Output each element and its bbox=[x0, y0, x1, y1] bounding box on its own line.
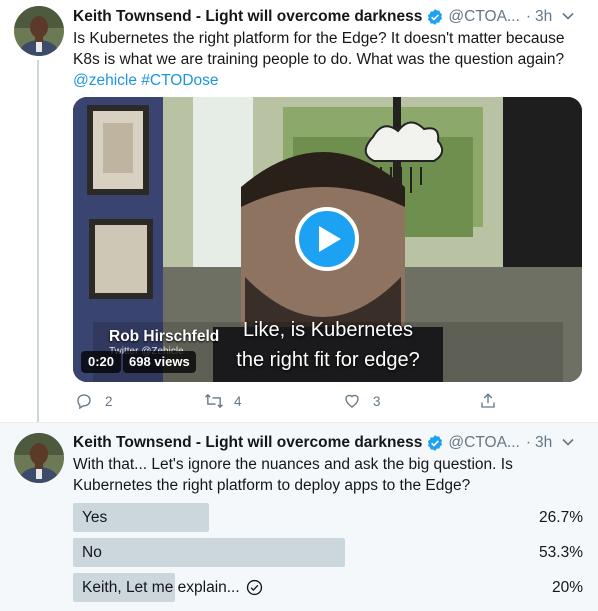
tweet-body: Is Kubernetes the right platform for the… bbox=[73, 30, 565, 68]
share-button[interactable] bbox=[479, 392, 497, 410]
poll-option: Yes 26.7% bbox=[73, 503, 583, 532]
poll-bar bbox=[73, 538, 345, 567]
verified-badge-icon bbox=[426, 434, 444, 452]
video-caption-line2: the right fit for edge? bbox=[236, 349, 420, 371]
tweet-2[interactable]: Keith Townsend - Light will overcome dar… bbox=[0, 422, 598, 611]
reply-count: 2 bbox=[105, 393, 113, 409]
video-duration: 0:20 bbox=[88, 354, 115, 369]
chevron-down-icon[interactable] bbox=[560, 434, 576, 455]
author-handle[interactable]: @CTOA... bbox=[448, 8, 519, 26]
like-button[interactable]: 3 bbox=[343, 392, 381, 410]
like-count: 3 bbox=[373, 393, 381, 409]
separator: · bbox=[525, 434, 531, 451]
tweet-hashtags[interactable]: @zehicle #CTODose bbox=[73, 72, 219, 89]
poll-option-percent: 26.7% bbox=[539, 509, 583, 526]
reply-icon bbox=[75, 392, 93, 410]
chevron-down-icon[interactable] bbox=[560, 8, 576, 29]
timestamp[interactable]: 3h bbox=[535, 434, 552, 452]
video-duration-badge: 0:20 bbox=[81, 351, 122, 373]
poll-option-label: No bbox=[82, 544, 102, 561]
tweet-text: Is Kubernetes the right platform for the… bbox=[73, 28, 583, 91]
retweet-icon bbox=[204, 392, 224, 410]
timestamp[interactable]: 3h bbox=[535, 8, 552, 26]
poll-option-percent: 53.3% bbox=[539, 544, 583, 561]
author-name[interactable]: Keith Townsend - Light will overcome dar… bbox=[73, 434, 422, 452]
share-icon bbox=[479, 392, 497, 410]
video-caption-line1: Like, is Kubernetes bbox=[242, 319, 414, 341]
video-speaker-name: Rob Hirschfeld bbox=[109, 328, 220, 345]
reply-button[interactable]: 2 bbox=[75, 392, 113, 410]
author-name[interactable]: Keith Townsend - Light will overcome dar… bbox=[73, 8, 422, 26]
voted-check-icon bbox=[246, 579, 263, 596]
separator: · bbox=[525, 8, 531, 25]
author-handle[interactable]: @CTOA... bbox=[448, 434, 519, 452]
tweet-1[interactable]: Keith Townsend - Light will overcome dar… bbox=[0, 0, 598, 430]
thread-line bbox=[37, 60, 39, 430]
poll-option-label: Keith, Let me explain... bbox=[82, 573, 263, 602]
poll-option: No 53.3% bbox=[73, 538, 583, 567]
retweet-count: 4 bbox=[234, 393, 242, 409]
poll-option-percent: 20% bbox=[551, 579, 583, 596]
poll-option: Keith, Let me explain... 20% bbox=[73, 573, 583, 602]
heart-icon bbox=[343, 392, 361, 410]
tweet-header: Keith Townsend - Light will overcome dar… bbox=[73, 432, 578, 454]
play-button[interactable] bbox=[295, 207, 359, 271]
poll-option-label: Yes bbox=[82, 509, 108, 526]
video-views-badge: 698 views bbox=[123, 351, 196, 373]
tweet-actions: 2 4 3 bbox=[73, 392, 503, 414]
tweet-body: With that... Let's ignore the nuances an… bbox=[73, 456, 513, 494]
video-views: 698 views bbox=[129, 354, 190, 369]
video-player[interactable]: Rob Hirschfeld Twitter @Zehicle Like, is… bbox=[73, 97, 582, 382]
avatar[interactable] bbox=[14, 433, 64, 483]
play-icon bbox=[318, 226, 341, 252]
avatar[interactable] bbox=[14, 6, 64, 56]
video-caption: Like, is Kubernetes the right fit for ed… bbox=[223, 315, 433, 375]
retweet-button[interactable]: 4 bbox=[204, 392, 242, 410]
verified-badge-icon bbox=[426, 8, 444, 26]
tweet-header: Keith Townsend - Light will overcome dar… bbox=[73, 6, 578, 28]
